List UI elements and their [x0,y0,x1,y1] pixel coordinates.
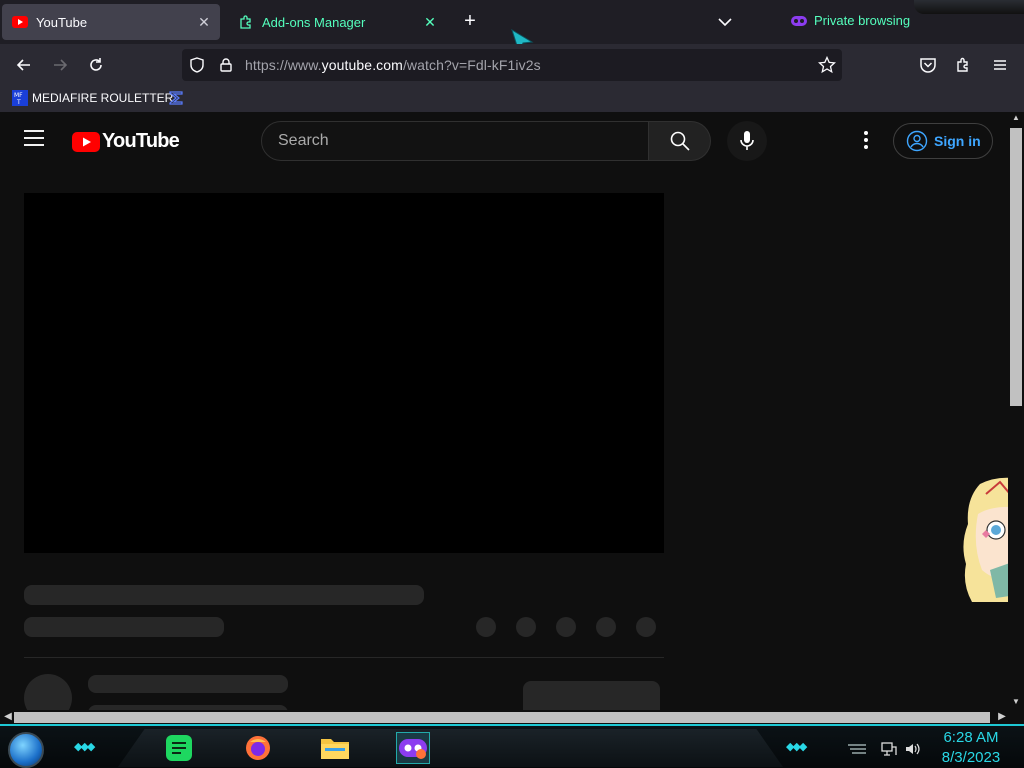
firefox-icon[interactable] [241,732,275,764]
pocket-button[interactable] [916,53,940,77]
extensions-button[interactable] [952,53,976,77]
tracking-protection-shield-icon[interactable] [188,56,206,74]
pocket-icon [920,58,936,73]
action-placeholder [476,617,496,637]
hamburger-menu-icon [994,60,1006,70]
notes-app-icon[interactable] [162,732,196,764]
back-button[interactable] [12,53,36,77]
close-tab-icon[interactable]: ✕ [196,14,212,30]
private-browsing-indicator: Private browsing [790,13,910,28]
mf-icon: MFT [12,90,28,106]
tab-label: Add-ons Manager [262,14,366,30]
url-domain: youtube.com [321,57,403,73]
reload-button[interactable] [84,53,108,77]
start-button[interactable] [8,732,44,768]
close-tab-icon[interactable]: ✕ [422,14,438,30]
show-hidden-icons-icon[interactable] [846,741,868,755]
youtube-header: YouTube Search Sign in [0,112,1008,168]
window-frame-decoration [914,0,1024,14]
vertical-scroll-thumb[interactable] [1010,128,1022,406]
new-tab-button[interactable]: + [458,10,482,34]
svg-text:MF: MF [14,92,23,99]
volume-icon[interactable] [904,741,922,757]
arrow-left-icon [16,59,30,71]
taskbar-dock [118,729,783,767]
network-icon[interactable] [880,741,898,757]
search-box: Search [261,121,711,161]
bookmark-folder[interactable] [168,90,188,106]
folder-sigma-icon [169,91,183,105]
sign-in-label: Sign in [934,133,981,149]
video-player[interactable] [24,193,664,553]
bookmarks-toolbar: MF T MEDIAFIRE ROULETTER [0,86,1024,112]
title-placeholder [24,585,424,605]
bookmark-star-icon[interactable] [818,56,836,74]
decorative-chevrons-icon: ◆◆◆ [786,741,807,753]
description-placeholder [88,675,288,693]
action-placeholder [636,617,656,637]
decorative-chevrons-icon: ◆◆◆ [74,741,95,753]
action-placeholder [556,617,576,637]
youtube-play-logo-icon [72,131,100,152]
horizontal-scroll-thumb[interactable] [14,712,990,723]
scroll-up-arrow-icon[interactable]: ▲ [1011,113,1021,123]
clock-date: 8/3/2023 [941,749,1001,766]
address-bar[interactable]: https://www.youtube.com/watch?v=Fdl-kF1i… [182,49,842,81]
tab-youtube[interactable]: YouTube ✕ [2,4,220,40]
private-browser-icon[interactable] [396,732,430,764]
tab-addons-manager[interactable]: Add-ons Manager ✕ [228,4,446,40]
url-text[interactable]: https://www.youtube.com/watch?v=Fdl-kF1i… [245,57,541,73]
button-placeholder [523,681,660,710]
arrow-right-icon [54,59,68,71]
scroll-left-arrow-icon[interactable]: ◀ [2,711,14,723]
svg-text:T: T [16,99,21,106]
file-explorer-icon[interactable] [318,732,352,764]
puzzle-piece-icon [957,57,968,72]
reload-icon [90,58,102,71]
url-prefix: https://www. [245,57,322,73]
guide-menu-button[interactable] [24,130,48,150]
bookmark-mediafire-rouletter[interactable]: MF T MEDIAFIRE ROULETTER [12,90,173,106]
app-menu-button[interactable] [988,53,1012,77]
taskbar: ◆◆◆ ◆◆◆ 6:28 AM 8/3/2023 [0,724,1024,768]
microphone-icon [740,131,754,150]
navigation-toolbar: https://www.youtube.com/watch?v=Fdl-kF1i… [0,44,1024,86]
youtube-page: YouTube Search Sign in [0,112,1008,710]
youtube-logo-text: YouTube [102,130,180,152]
browser-window: YouTube ✕ Add-ons Manager ✕ + Private br… [0,0,1024,768]
list-all-tabs-button[interactable] [715,12,735,32]
tab-label: YouTube [36,14,88,30]
private-mask-icon [791,15,807,26]
private-browsing-label: Private browsing [814,13,911,28]
settings-more-button[interactable] [862,131,870,151]
puzzle-piece-icon [238,14,254,30]
url-path: /watch?v=Fdl-kF1iv2s [402,57,541,73]
voice-search-button[interactable] [727,121,767,161]
divider [24,657,664,658]
account-circle-icon [906,130,928,152]
clock-time: 6:28 AM [943,729,999,746]
search-button[interactable] [649,121,711,161]
lock-icon[interactable] [218,57,234,73]
action-placeholder [596,617,616,637]
youtube-logo[interactable]: YouTube [72,130,180,153]
scroll-down-arrow-icon[interactable]: ▼ [1011,697,1021,707]
desktop-mascot-character [963,477,1008,602]
sign-in-button[interactable]: Sign in [893,123,993,159]
chevron-down-icon [718,18,732,27]
channel-placeholder [24,617,224,637]
forward-button[interactable] [48,53,72,77]
tab-strip: YouTube ✕ Add-ons Manager ✕ + Private br… [0,0,1024,54]
action-placeholder [516,617,536,637]
avatar-placeholder [24,674,72,710]
youtube-favicon-icon [12,14,28,30]
bookmark-label: MEDIAFIRE ROULETTER [32,91,174,105]
search-input[interactable]: Search [261,121,649,161]
search-icon [670,131,690,151]
scroll-right-arrow-icon[interactable]: ▶ [996,711,1008,723]
taskbar-clock[interactable]: 6:28 AM 8/3/2023 [930,728,1012,768]
